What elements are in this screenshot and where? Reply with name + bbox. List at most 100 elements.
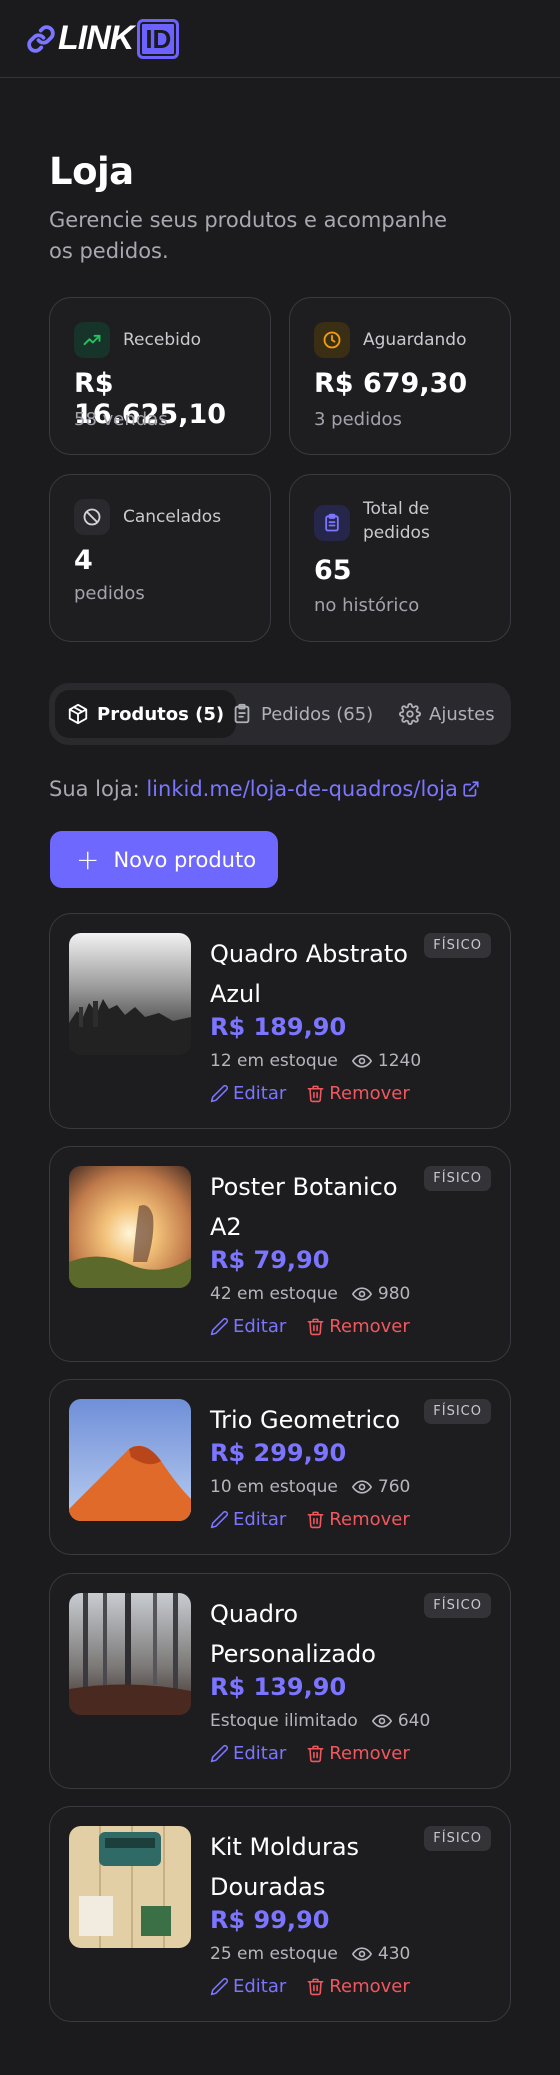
edit-button[interactable]: Editar xyxy=(210,1083,286,1104)
product-name: Kit Molduras Douradas xyxy=(210,1833,360,1901)
link-icon xyxy=(27,24,55,53)
pencil-icon xyxy=(210,1978,228,1996)
remove-button[interactable]: Remover xyxy=(306,1509,410,1530)
product-name: Quadro Personalizado xyxy=(210,1600,376,1668)
package-icon xyxy=(68,703,88,725)
store-link[interactable]: linkid.me/loja-de-quadros/loja xyxy=(146,777,479,801)
store-url: linkid.me/loja-de-quadros/loja xyxy=(146,777,458,801)
product-stock: Estoque ilimitado xyxy=(210,1711,358,1731)
eye-icon xyxy=(351,1054,372,1068)
product-actions: Editar Remover xyxy=(210,1083,410,1104)
pencil-icon xyxy=(210,1745,228,1763)
product-image xyxy=(69,1399,191,1521)
product-actions: Editar Remover xyxy=(210,1509,410,1530)
stat-label: Recebido xyxy=(123,330,202,350)
top-bar: LINK ID xyxy=(0,0,560,78)
ban-icon xyxy=(74,499,110,535)
product-price: R$ 299,90 xyxy=(210,1439,347,1467)
product-card[interactable]: Quadro Personalizado FÍSICO R$ 139,90 Es… xyxy=(49,1573,511,1789)
store-prefix: Sua loja: xyxy=(49,777,140,801)
product-card[interactable]: Poster Botanico A2 FÍSICO R$ 79,90 42 em… xyxy=(49,1146,511,1362)
external-link-icon xyxy=(463,781,479,797)
remove-label: Remover xyxy=(329,1316,410,1337)
edit-button[interactable]: Editar xyxy=(210,1976,286,1997)
trash-icon xyxy=(307,1318,324,1336)
stat-value: R$ 679,30 xyxy=(314,368,468,399)
product-views: 430 xyxy=(377,1944,411,1964)
plus-icon: + xyxy=(76,842,100,876)
product-views: 640 xyxy=(397,1711,431,1731)
product-price: R$ 99,90 xyxy=(210,1906,330,1934)
stat-note: 3 pedidos xyxy=(314,409,402,430)
edit-button[interactable]: Editar xyxy=(210,1509,286,1530)
main-content: Loja Gerencie seus produtos e acompanhe … xyxy=(49,150,511,2022)
product-card[interactable]: Quadro Abstrato Azul FÍSICO R$ 189,90 12… xyxy=(49,913,511,1129)
stat-value: 4 xyxy=(74,545,93,576)
product-price: R$ 79,90 xyxy=(210,1246,330,1274)
product-image xyxy=(69,1166,191,1288)
edit-label: Editar xyxy=(233,1083,287,1104)
tab-label: Produtos (5) xyxy=(97,703,225,725)
product-card[interactable]: Trio Geometrico FÍSICO R$ 299,90 10 em e… xyxy=(49,1379,511,1555)
product-image xyxy=(69,1593,191,1715)
edit-button[interactable]: Editar xyxy=(210,1743,286,1764)
clipboard-list-icon xyxy=(314,505,350,541)
product-price: R$ 139,90 xyxy=(210,1673,347,1701)
stat-note: 58 vendas xyxy=(74,409,168,430)
stat-note: pedidos xyxy=(74,583,145,604)
product-type-badge: FÍSICO xyxy=(424,1399,491,1424)
product-card[interactable]: Kit Molduras Douradas FÍSICO R$ 99,90 25… xyxy=(49,1806,511,2022)
edit-label: Editar xyxy=(233,1316,287,1337)
product-type-badge: FÍSICO xyxy=(424,1166,491,1191)
product-name: Poster Botanico A2 xyxy=(210,1173,398,1241)
eye-icon xyxy=(371,1714,392,1728)
product-views: 980 xyxy=(377,1284,411,1304)
product-actions: Editar Remover xyxy=(210,1976,410,1997)
product-stock: 12 em estoque xyxy=(210,1051,338,1071)
remove-label: Remover xyxy=(329,1509,410,1530)
product-meta: Estoque ilimitado 640 xyxy=(210,1711,430,1731)
stat-label: Total de pedidos xyxy=(363,499,430,543)
logo-text: LINK xyxy=(58,19,134,57)
stat-card-cancelled: Cancelados 4 pedidos xyxy=(49,474,271,642)
tab-orders[interactable]: Pedidos (65) xyxy=(231,690,373,738)
remove-button[interactable]: Remover xyxy=(306,1083,410,1104)
stat-label: Cancelados xyxy=(123,507,222,527)
stat-card-received: Recebido R$ 16.625,10 58 vendas xyxy=(49,297,271,455)
eye-icon xyxy=(351,1480,372,1494)
stat-card-total: Total de pedidos 65 no histórico xyxy=(289,474,511,642)
tab-label: Ajustes xyxy=(429,703,495,725)
pencil-icon xyxy=(210,1511,228,1529)
pencil-icon xyxy=(210,1085,228,1103)
product-image xyxy=(69,1826,191,1948)
product-name: Quadro Abstrato Azul xyxy=(210,940,408,1008)
tab-bar: Produtos (5) Pedidos (65) Ajustes xyxy=(49,683,511,745)
product-name: Trio Geometrico xyxy=(210,1406,400,1434)
product-meta: 10 em estoque 760 xyxy=(210,1477,410,1497)
remove-label: Remover xyxy=(329,1743,410,1764)
remove-button[interactable]: Remover xyxy=(306,1976,410,1997)
clipboard-icon xyxy=(234,703,250,724)
logo-badge: ID xyxy=(137,18,180,59)
product-price: R$ 189,90 xyxy=(210,1013,347,1041)
trash-icon xyxy=(307,1085,324,1103)
edit-button[interactable]: Editar xyxy=(210,1316,286,1337)
remove-label: Remover xyxy=(329,1976,410,1997)
page-subtitle: Gerencie seus produtos e acompanhe os pe… xyxy=(49,208,448,263)
product-actions: Editar Remover xyxy=(210,1316,410,1337)
logo[interactable]: LINK ID xyxy=(26,18,180,59)
eye-icon xyxy=(351,1287,372,1301)
stat-card-pending: Aguardando R$ 679,30 3 pedidos xyxy=(289,297,511,455)
product-views: 760 xyxy=(377,1477,411,1497)
page-title: Loja xyxy=(49,150,134,193)
tab-products[interactable]: Produtos (5) xyxy=(55,690,237,738)
product-type-badge: FÍSICO xyxy=(424,1826,491,1851)
tab-settings[interactable]: Ajustes xyxy=(399,690,495,738)
edit-label: Editar xyxy=(233,1743,287,1764)
new-product-button[interactable]: + Novo produto xyxy=(50,831,278,888)
trash-icon xyxy=(307,1511,324,1529)
remove-button[interactable]: Remover xyxy=(306,1743,410,1764)
remove-button[interactable]: Remover xyxy=(306,1316,410,1337)
product-meta: 12 em estoque 1240 xyxy=(210,1051,421,1071)
eye-icon xyxy=(351,1947,372,1961)
